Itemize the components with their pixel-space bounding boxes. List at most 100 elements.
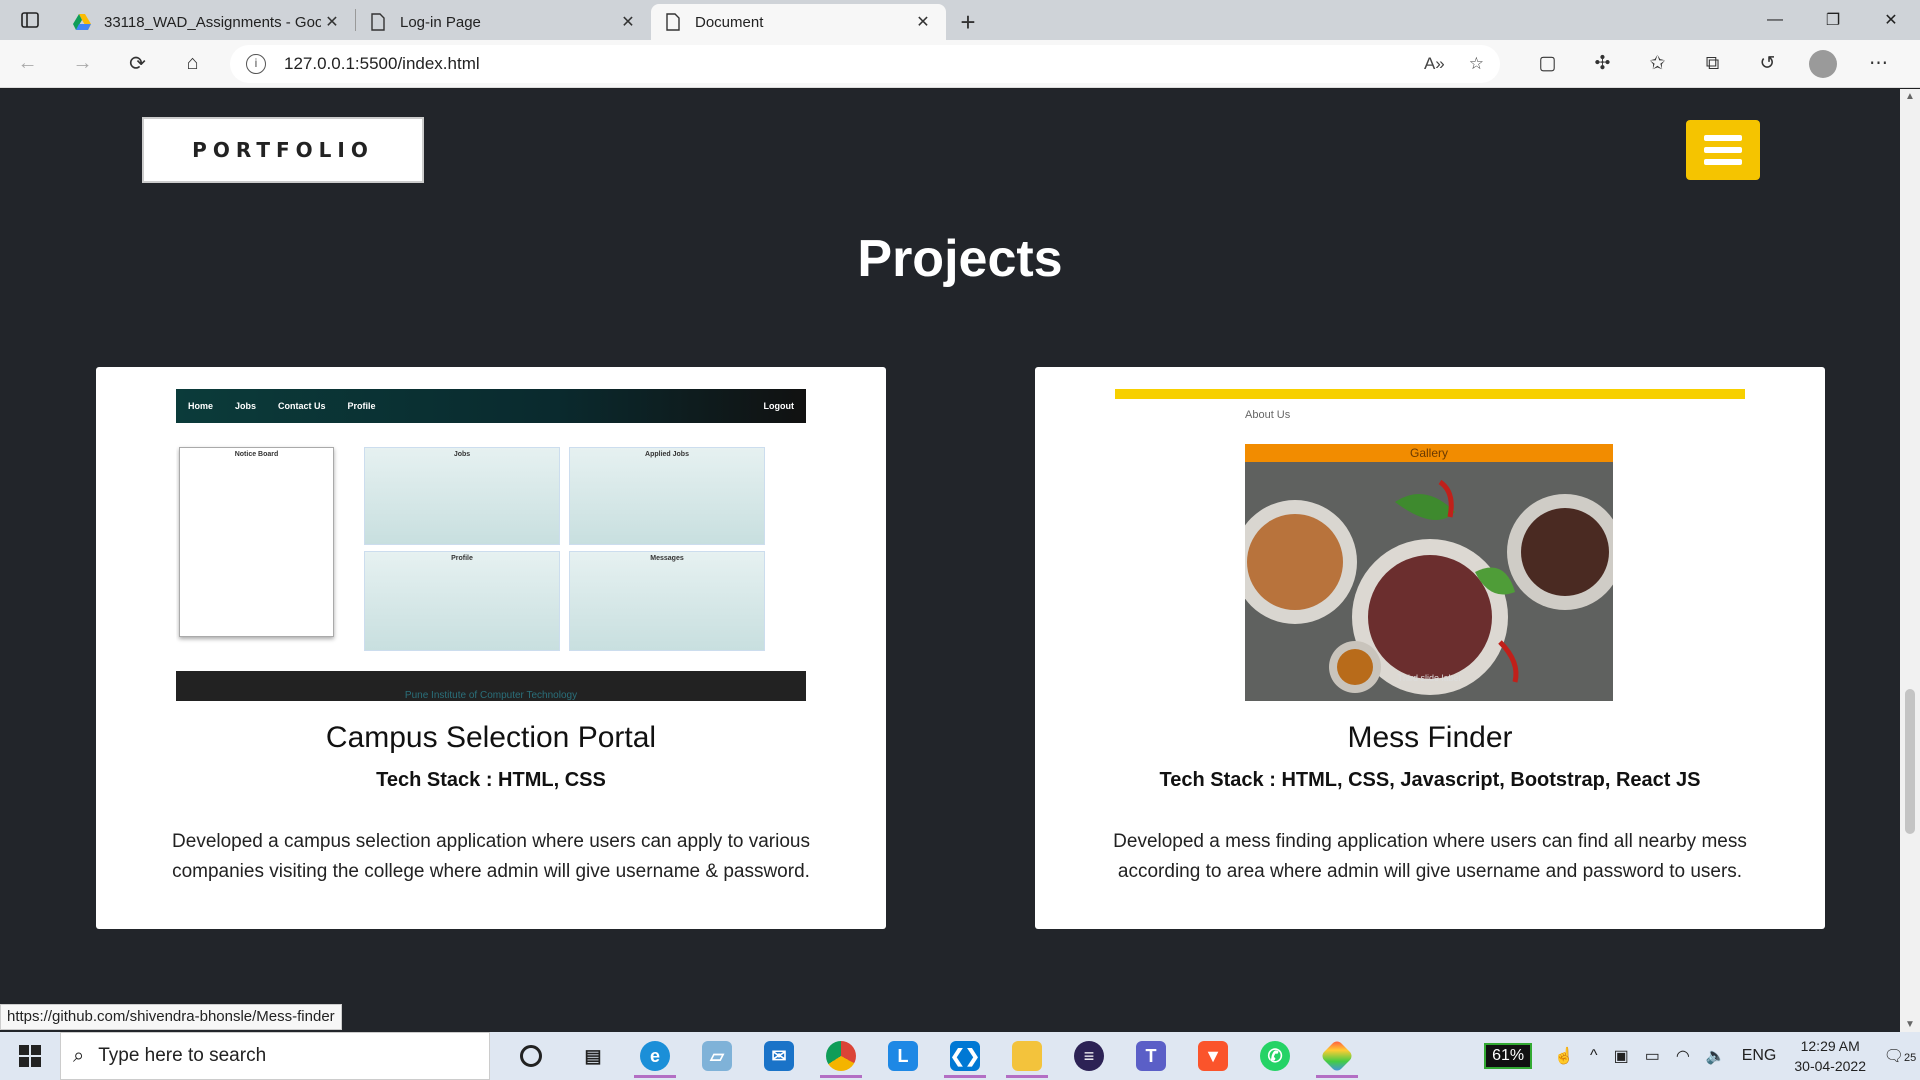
history-icon[interactable]: ↺ <box>1740 52 1795 75</box>
add-favorite-icon[interactable]: ☆ <box>1469 54 1484 74</box>
notification-count: 25 <box>1904 1052 1917 1064</box>
new-tab-button[interactable]: + <box>946 4 990 40</box>
chrome-app[interactable] <box>810 1032 872 1080</box>
teams-app[interactable]: T <box>1120 1032 1182 1080</box>
page-viewport: PORTFOLIO Projects Home Jobs Contact Us … <box>0 89 1900 1032</box>
start-button[interactable] <box>0 1032 60 1080</box>
mail-icon: ✉ <box>764 1041 794 1071</box>
more-icon[interactable]: ⋯ <box>1851 52 1906 75</box>
chrome-icon <box>826 1041 856 1071</box>
tab-title: Document <box>695 13 764 31</box>
gallery-title: Gallery <box>1245 444 1613 462</box>
brave-icon: ▼ <box>1198 1041 1228 1071</box>
scroll-up-icon[interactable]: ▲ <box>1900 91 1920 102</box>
project-card-mess-finder[interactable]: About Us Gallery Third slide label Mess … <box>1035 367 1825 929</box>
preview-gallery: Gallery Third slide label <box>1233 444 1623 701</box>
chevron-up-icon[interactable]: ^ <box>1590 1047 1598 1065</box>
restore-button[interactable]: ❐ <box>1804 0 1862 40</box>
device-icon[interactable]: ▣ <box>1614 1046 1629 1066</box>
close-icon[interactable]: ✕ <box>321 12 343 32</box>
address-bar[interactable]: i 127.0.0.1:5500/index.html A» ☆ <box>230 44 1500 83</box>
brave-app[interactable]: ▼ <box>1182 1032 1244 1080</box>
refresh-button[interactable]: ⟳ <box>110 44 165 84</box>
tablet-icon: ▱ <box>702 1041 732 1071</box>
taskbar-apps: ▤ e ▱ ✉ L ❮❯ ≡ T ▼ ✆ <box>500 1032 1368 1080</box>
tablet-app[interactable]: ▱ <box>686 1032 748 1080</box>
preview-footer: Pune Institute of Computer Technology <box>176 671 806 701</box>
cortana-button[interactable] <box>500 1032 562 1080</box>
mail-app[interactable]: ✉ <box>748 1032 810 1080</box>
scroll-down-icon[interactable]: ▼ <box>1900 1019 1920 1030</box>
close-icon[interactable]: ✕ <box>912 12 934 32</box>
panel-title: Profile <box>451 555 473 562</box>
preview-notice-board: Notice Board <box>179 447 334 637</box>
tab-drive[interactable]: 33118_WAD_Assignments - Goo ✕ <box>60 4 355 40</box>
favorites-icon[interactable]: ✩ <box>1630 52 1685 75</box>
extensions-icon[interactable]: ✣ <box>1575 52 1630 75</box>
wifi-icon[interactable]: ◠ <box>1676 1046 1690 1066</box>
preview-nav-item: Profile <box>347 401 376 411</box>
minimize-button[interactable]: — <box>1746 0 1804 40</box>
git-app[interactable] <box>1306 1032 1368 1080</box>
project-title: Campus Selection Portal <box>325 721 657 754</box>
taskbar-search[interactable]: ⌕ Type here to search <box>60 1032 490 1080</box>
projects-heading: Projects <box>857 230 1063 288</box>
address-bar-icons: A» ☆ <box>1424 54 1484 74</box>
file-explorer-app[interactable] <box>996 1032 1058 1080</box>
eclipse-app[interactable]: ≡ <box>1058 1032 1120 1080</box>
whatsapp-app[interactable]: ✆ <box>1244 1032 1306 1080</box>
page-scrollbar[interactable]: ▲ ▼ <box>1900 89 1920 1032</box>
split-screen-icon[interactable]: ▢ <box>1520 52 1575 75</box>
page-icon <box>663 12 683 32</box>
battery-meter[interactable]: 61% <box>1484 1043 1533 1069</box>
close-icon[interactable]: ✕ <box>617 12 639 32</box>
close-window-button[interactable]: ✕ <box>1862 0 1920 40</box>
home-button[interactable]: ⌂ <box>165 44 220 84</box>
preview-panel: Profile <box>364 551 560 651</box>
preview-nav-item: Jobs <box>235 401 257 411</box>
tab-login[interactable]: Log-in Page ✕ <box>356 4 651 40</box>
browser-toolbar: ← → ⟳ ⌂ i 127.0.0.1:5500/index.html A» ☆… <box>0 40 1920 88</box>
notifications-button[interactable]: 🗨25 <box>1880 1046 1920 1066</box>
read-aloud-icon[interactable]: A» <box>1424 54 1445 74</box>
edge-app[interactable]: e <box>624 1032 686 1080</box>
logo-text: PORTFOLIO <box>192 138 374 162</box>
hamburger-menu-button[interactable] <box>1686 120 1760 180</box>
project-card-campus[interactable]: Home Jobs Contact Us Profile Logout Noti… <box>96 367 886 929</box>
mess-finder-preview: About Us Gallery Third slide label <box>1115 389 1745 701</box>
clock[interactable]: 12:29 AM 30-04-2022 <box>1794 1036 1866 1076</box>
scrollbar-thumb[interactable] <box>1905 689 1915 834</box>
preview-header-bar <box>1115 389 1745 399</box>
volume-icon[interactable]: 🔈 <box>1706 1046 1726 1066</box>
project-screenshot: Home Jobs Contact Us Profile Logout Noti… <box>176 389 806 701</box>
language-indicator[interactable]: ENG <box>1742 1047 1777 1065</box>
task-view-button[interactable]: ▤ <box>562 1032 624 1080</box>
back-button[interactable]: ← <box>0 44 55 84</box>
portfolio-logo[interactable]: PORTFOLIO <box>142 117 424 183</box>
project-description: Developed a mess finding application whe… <box>1113 831 1747 882</box>
project-description: Developed a campus selection application… <box>172 831 810 882</box>
search-placeholder: Type here to search <box>98 1045 267 1066</box>
project-title: Mess Finder <box>1347 721 1513 754</box>
google-drive-icon <box>72 12 92 32</box>
forward-button[interactable]: → <box>55 44 110 84</box>
gallery-caption: Third slide label <box>1397 673 1461 683</box>
tab-document[interactable]: Document ✕ <box>651 4 946 40</box>
browser-tab-bar: 33118_WAD_Assignments - Goo ✕ Log-in Pag… <box>0 0 1920 40</box>
tab-title: 33118_WAD_Assignments - Goo <box>104 13 321 31</box>
battery-icon[interactable]: ▭ <box>1645 1046 1660 1066</box>
git-icon <box>1320 1039 1354 1073</box>
touch-icon[interactable]: ☝ <box>1554 1046 1574 1066</box>
vscode-app[interactable]: ❮❯ <box>934 1032 996 1080</box>
info-icon[interactable]: i <box>246 53 266 74</box>
l-app[interactable]: L <box>872 1032 934 1080</box>
avatar[interactable] <box>1809 49 1837 78</box>
preview-nav-item: Contact Us <box>278 401 326 411</box>
preview-logout: Logout <box>763 401 795 411</box>
panel-title: Applied Jobs <box>645 451 689 458</box>
panel-title: Messages <box>650 555 684 562</box>
collections-icon[interactable]: ⧉ <box>1685 53 1740 75</box>
edge-icon: e <box>640 1041 670 1071</box>
task-view-icon: ▤ <box>584 1045 602 1066</box>
tab-actions-button[interactable] <box>0 0 60 40</box>
